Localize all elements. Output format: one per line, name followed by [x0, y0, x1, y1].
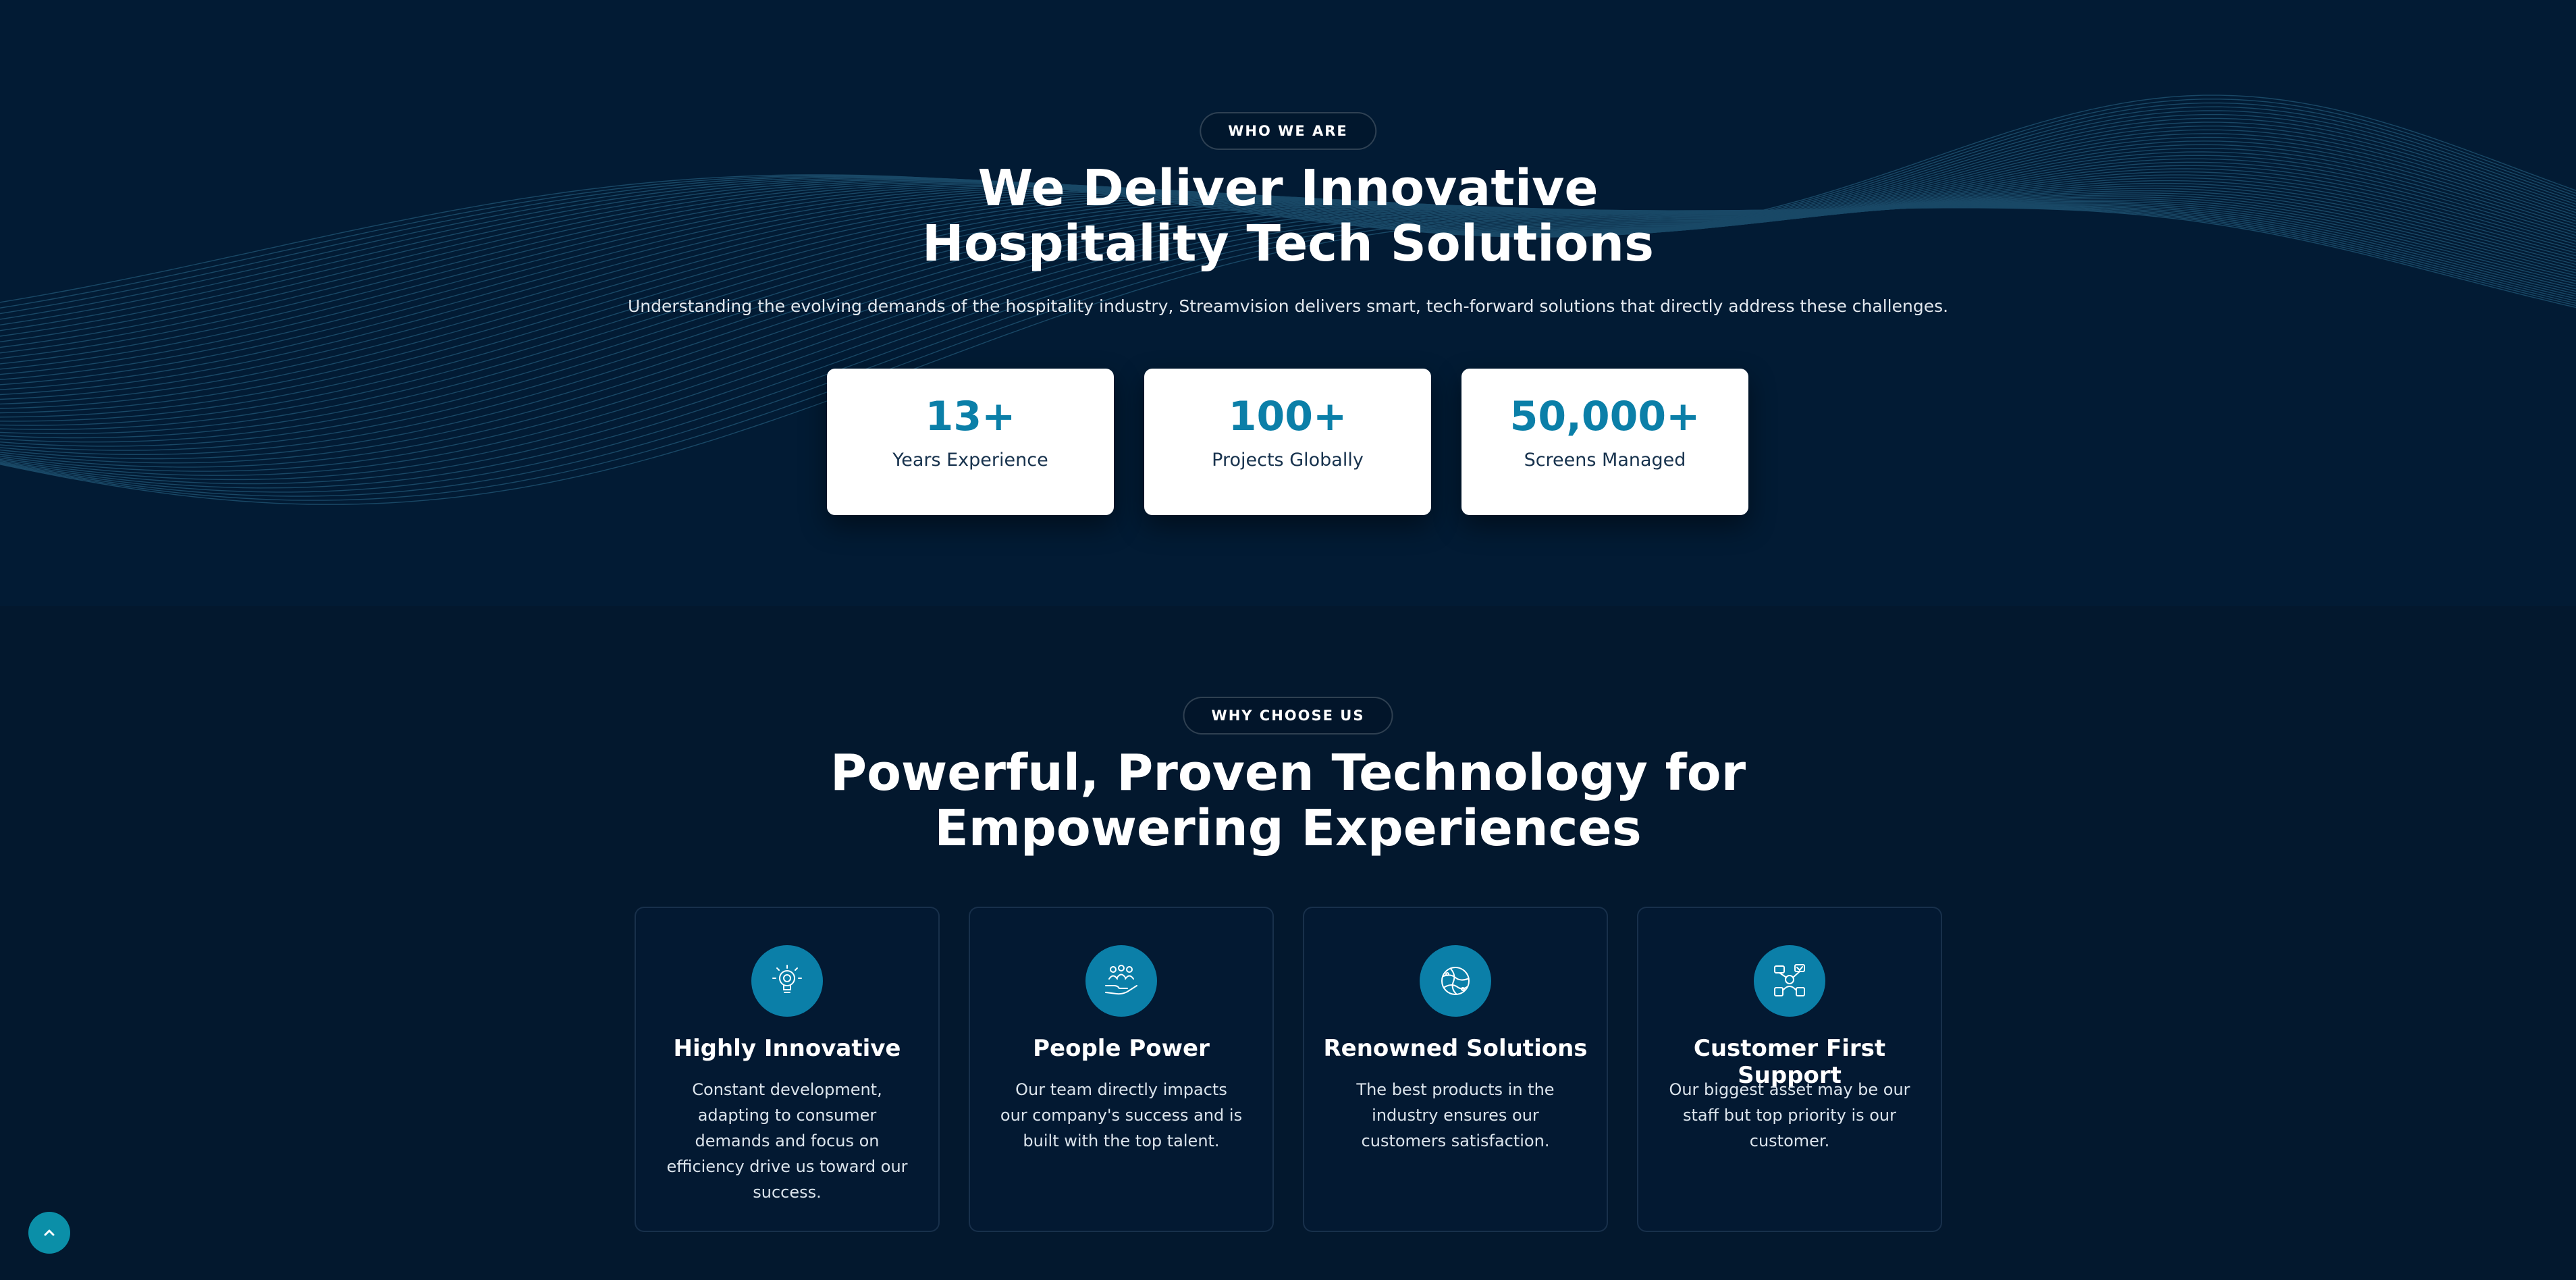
why-title-line1: Powerful, Proven Technology for	[830, 744, 1746, 802]
globe-icon	[1420, 945, 1491, 1017]
stat-label: Projects Globally	[1212, 450, 1364, 471]
why-choose-us-tag: WHY CHOOSE US	[1183, 697, 1393, 735]
about-title-line1: We Deliver Innovative	[977, 159, 1599, 217]
feature-title: Renowned Solutions	[1323, 1035, 1588, 1062]
team-hands-icon	[1085, 945, 1157, 1017]
stat-label: Screens Managed	[1524, 450, 1686, 471]
who-we-are-tag: WHO WE ARE	[1200, 112, 1376, 150]
feature-card-renowned: Renowned Solutions The best products in …	[1303, 907, 1608, 1232]
stat-value: 50,000+	[1509, 393, 1700, 440]
feature-card-customer-first: Customer First Support Our biggest asset…	[1637, 907, 1942, 1232]
about-title-line2: Hospitality Tech Solutions	[921, 215, 1655, 273]
lightbulb-icon	[751, 945, 823, 1017]
feature-text: Our team directly impacts our company's …	[1000, 1080, 1243, 1150]
stat-card-projects: 100+ Projects Globally	[1144, 369, 1431, 515]
stat-label: Years Experience	[892, 450, 1048, 471]
feature-title: Highly Innovative	[673, 1035, 901, 1062]
stat-card-years: 13+ Years Experience	[827, 369, 1114, 515]
feature-text: The best products in the industry ensure…	[1356, 1080, 1555, 1150]
feature-text: Our biggest asset may be our staff but t…	[1669, 1080, 1910, 1150]
why-title: Powerful, Proven Technology for Empoweri…	[0, 745, 2576, 856]
who-we-are-section: WHO WE ARE We Deliver Innovative Hospita…	[0, 0, 2576, 606]
customer-support-icon	[1754, 945, 1825, 1017]
feature-card-people-power: People Power Our team directly impacts o…	[969, 907, 1274, 1232]
about-description: Understanding the evolving demands of th…	[627, 296, 1949, 316]
why-title-line2: Empowering Experiences	[934, 799, 1642, 857]
about-title: We Deliver Innovative Hospitality Tech S…	[0, 161, 2576, 271]
feature-title: People Power	[1033, 1035, 1210, 1062]
stat-value: 100+	[1228, 393, 1347, 440]
scroll-to-top-button[interactable]	[28, 1212, 70, 1254]
stat-value: 13+	[925, 393, 1016, 440]
stat-card-screens: 50,000+ Screens Managed	[1461, 369, 1748, 515]
feature-text: Constant development, adapting to consum…	[666, 1080, 908, 1202]
feature-card-innovative: Highly Innovative Constant development, …	[635, 907, 940, 1232]
chevron-up-icon	[44, 1229, 55, 1236]
